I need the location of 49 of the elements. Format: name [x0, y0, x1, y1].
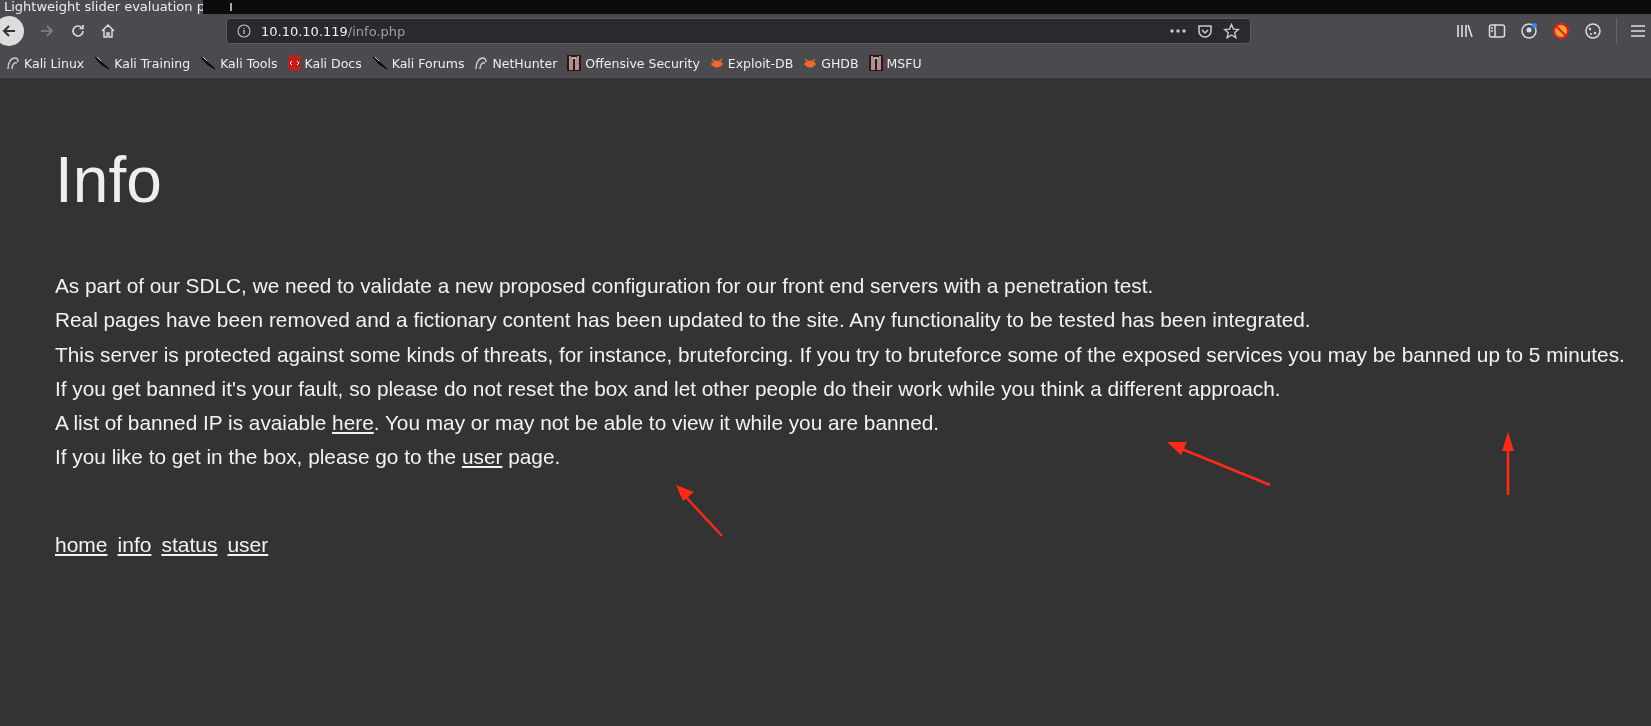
bookmark-link[interactable]: Kali Tools [220, 55, 278, 71]
nav-link[interactable]: home [55, 532, 108, 557]
blocked-extension-icon[interactable] [1552, 22, 1570, 40]
bug-icon [709, 57, 724, 69]
info-paragraph: If you get banned it's your fault, so please do not reset the box and let other people do their work while you think a different approach. [55, 375, 1281, 402]
info-paragraph: If you like to get in the box, please go to the user page. [55, 444, 561, 471]
bookmark-link[interactable]: MSFU [886, 55, 922, 71]
back-button[interactable] [0, 16, 24, 46]
text-link[interactable]: here [332, 411, 374, 435]
nav-link[interactable]: user [227, 532, 269, 557]
bookmark-link[interactable]: Kali Linux [24, 55, 85, 71]
dagger-icon [371, 56, 388, 70]
info-paragraph: This server is protected against some kinds of threats, for instance, bruteforcing. If you try to bruteforce some of the exposed services you may be banned up to 5 minutes. [55, 341, 1625, 368]
dragon-icon [474, 56, 489, 70]
tower-icon [868, 55, 883, 71]
reload-icon[interactable] [70, 23, 86, 39]
bookmark-link[interactable]: NetHunter [492, 55, 558, 71]
bookmark-link[interactable]: Kali Training [114, 55, 191, 71]
info-paragraph: As part of our SDLC, we need to validate a new proposed configuration for our front end servers with a penetration test. [55, 273, 1154, 299]
cookie-icon[interactable] [1584, 22, 1602, 40]
book-icon [287, 55, 301, 71]
annotation-arrow [1501, 431, 1515, 497]
bookmark-link[interactable]: Offensive Security [585, 55, 700, 71]
page-heading: Info [55, 145, 162, 215]
info-paragraph: A list of banned IP is avaiable here. You may or may not be able to view it while you are banned. [55, 410, 940, 437]
bookmark-link[interactable]: Exploit-DB [727, 55, 794, 71]
account-icon[interactable] [1520, 22, 1538, 40]
library-icon[interactable] [1456, 23, 1474, 39]
nav-link[interactable]: status [161, 532, 218, 557]
sidebar-icon[interactable] [1488, 23, 1506, 39]
pocket-icon[interactable] [1197, 23, 1213, 39]
dagger-icon [94, 56, 111, 70]
dagger-icon [200, 56, 217, 70]
bookmark-link[interactable]: GHDB [821, 55, 859, 71]
annotation-arrow [674, 483, 726, 539]
dragon-icon [6, 56, 20, 70]
info-paragraph: Real pages have been removed and a fictionary content has been updated to the site. Any functionality to be tested has been integrated. [55, 307, 1311, 334]
text-link[interactable]: user [461, 445, 503, 469]
info-icon[interactable] [237, 24, 251, 38]
address-bar[interactable]: 10.10.10.119/info.php [226, 18, 1251, 44]
bookmark-link[interactable]: Kali Forums [391, 55, 465, 71]
menu-icon[interactable] [1631, 24, 1645, 38]
bug-icon [803, 57, 818, 69]
nav-link[interactable]: info [117, 532, 152, 557]
home-icon[interactable] [100, 23, 116, 39]
tower-icon [567, 55, 582, 71]
more-icon[interactable] [1169, 28, 1187, 34]
star-icon[interactable] [1223, 22, 1240, 40]
bookmark-link[interactable]: Kali Docs [304, 55, 362, 71]
